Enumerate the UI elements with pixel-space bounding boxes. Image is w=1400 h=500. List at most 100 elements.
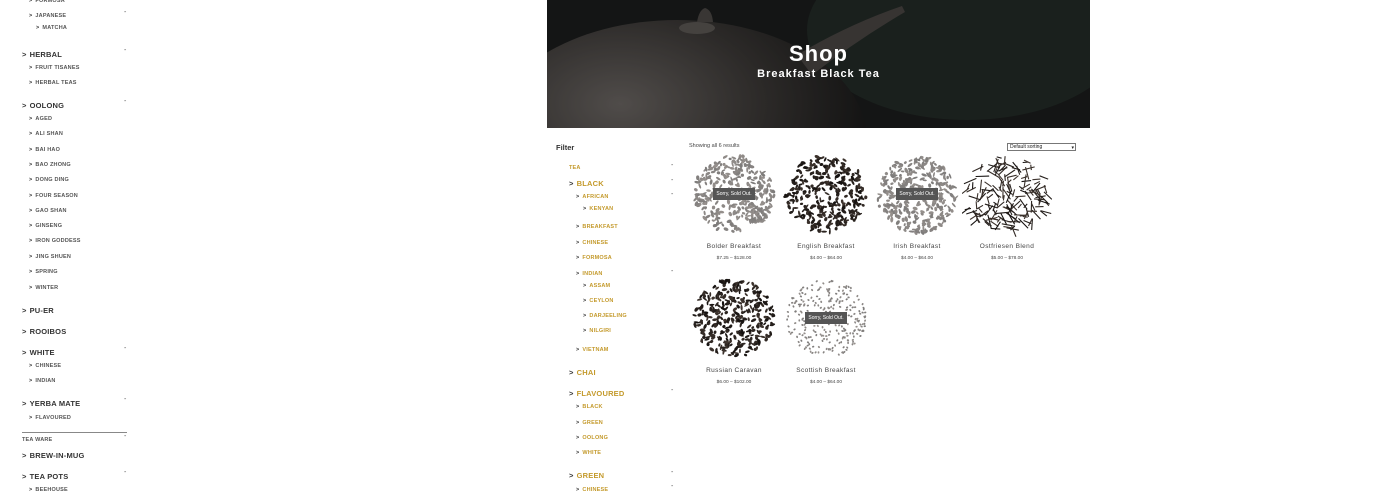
sidebar-category-item[interactable]: > ALI SHAN	[29, 131, 63, 137]
filter-category-item[interactable]: > GREEN	[569, 471, 604, 480]
product-card[interactable]: Ostfriesen Blend $5.00 – $78.00	[961, 150, 1053, 261]
filter-category-item[interactable]: > BLACK	[576, 404, 603, 410]
collapse-toggle-icon[interactable]: -	[124, 98, 126, 105]
collapse-toggle-icon[interactable]: -	[671, 483, 673, 490]
collapse-toggle-icon[interactable]: -	[671, 387, 673, 394]
sidebar-category-item[interactable]: > ROOIBOS	[22, 327, 66, 336]
collapse-toggle-icon[interactable]: -	[124, 47, 126, 54]
collapse-toggle-icon[interactable]: -	[124, 396, 126, 403]
sidebar-category-label: FOUR SEASON	[35, 193, 78, 199]
sidebar-category-item[interactable]: > JAPANESE	[29, 13, 66, 19]
sidebar-category-item[interactable]: > BAO ZHONG	[29, 162, 71, 168]
sidebar-category-item[interactable]: > OOLONG	[22, 101, 64, 110]
filter-category-label: WHITE	[582, 450, 602, 456]
product-image[interactable]: Sorry, Sold Out.	[872, 150, 962, 238]
collapse-toggle-icon[interactable]: -	[124, 9, 126, 16]
sidebar-category-item[interactable]: TEA WARE	[22, 437, 52, 443]
sidebar-category-item[interactable]: > GAO SHAN	[29, 208, 67, 214]
sidebar-category-item[interactable]: > IRON GODDESS	[29, 238, 81, 244]
filter-category-item[interactable]: TEA	[569, 165, 581, 171]
product-image[interactable]	[689, 274, 779, 362]
chevron-right-icon: >	[29, 65, 33, 71]
sidebar-category-item[interactable]: > WINTER	[29, 285, 58, 291]
product-name[interactable]: Scottish Breakfast	[781, 367, 871, 374]
filter-category-item[interactable]: > INDIAN	[576, 271, 603, 277]
sidebar-category-label: HERBAL	[29, 50, 63, 59]
sidebar-category-item[interactable]: > BEEHOUSE	[29, 487, 68, 493]
filter-category-item[interactable]: > OOLONG	[576, 435, 608, 441]
product-name[interactable]: Irish Breakfast	[872, 243, 962, 250]
product-card[interactable]: Sorry, Sold Out. Irish Breakfast $4.00 – $…	[872, 150, 962, 261]
filter-category-item[interactable]: > VIETNAM	[576, 347, 609, 353]
sidebar-category-item[interactable]: > HERBAL TEAS	[29, 80, 77, 86]
product-image[interactable]	[781, 150, 871, 238]
product-name[interactable]: Ostfriesen Blend	[962, 243, 1052, 250]
filter-category-item[interactable]: > CHINESE	[576, 487, 608, 493]
sidebar-category-item[interactable]: > FOUR SEASON	[29, 193, 78, 199]
collapse-toggle-icon[interactable]: -	[124, 433, 126, 440]
collapse-toggle-icon[interactable]: -	[671, 177, 673, 184]
filter-category-item[interactable]: > WHITE	[576, 450, 601, 456]
filter-category-item[interactable]: > BREAKFAST	[576, 224, 618, 230]
filter-category-item[interactable]: > FLAVOURED	[569, 389, 625, 398]
chevron-right-icon: >	[22, 306, 27, 315]
collapse-toggle-icon[interactable]: -	[671, 469, 673, 476]
chevron-right-icon: >	[583, 206, 587, 212]
filter-category-item[interactable]: > BLACK	[569, 179, 604, 188]
product-image[interactable]: Sorry, Sold Out.	[781, 274, 871, 362]
sidebar-category-item[interactable]: > TEA POTS	[22, 472, 68, 481]
chevron-right-icon: >	[29, 269, 33, 275]
chevron-right-icon: >	[22, 101, 27, 110]
product-name[interactable]: Bolder Breakfast	[689, 243, 779, 250]
product-card[interactable]: Sorry, Sold Out. Bolder Breakfast $7.25 – …	[689, 150, 779, 261]
product-card[interactable]: English Breakfast $4.00 – $64.00	[781, 150, 871, 261]
filter-category-item[interactable]: > FORMOSA	[576, 255, 612, 261]
product-image[interactable]	[961, 150, 1053, 238]
sidebar-category-item[interactable]: > JING SHUEN	[29, 254, 71, 260]
sidebar-category-item[interactable]: > FLAVOURED	[29, 415, 71, 421]
filter-category-item[interactable]: > CHAI	[569, 368, 596, 377]
product-card[interactable]: Russian Caravan $6.00 – $102.00	[689, 274, 779, 385]
sold-out-badge: Sorry, Sold Out.	[713, 188, 755, 200]
filter-category-item[interactable]: > ASSAM	[583, 283, 610, 289]
sidebar-category-item[interactable]: > BREW-IN-MUG	[22, 451, 85, 460]
sidebar-category-item[interactable]: > FRUIT TISANES	[29, 65, 80, 71]
chevron-right-icon: >	[569, 368, 574, 377]
sidebar-category-label: PU-ER	[29, 306, 54, 315]
sidebar-category-item[interactable]: > GINSENG	[29, 223, 62, 229]
sidebar-category-item[interactable]: > YERBA MATE	[22, 399, 80, 408]
chevron-right-icon: >	[29, 208, 33, 214]
filter-category-item[interactable]: > AFRICAN	[576, 194, 609, 200]
sidebar-category-item[interactable]: > HERBAL	[22, 50, 62, 59]
filter-category-item[interactable]: > NILGIRI	[583, 328, 611, 334]
sidebar-category-item[interactable]: > WHITE	[22, 348, 55, 357]
sidebar-category-item[interactable]: > MATCHA	[36, 25, 67, 31]
sidebar-category-item[interactable]: > PU-ER	[22, 306, 54, 315]
collapse-toggle-icon[interactable]: -	[124, 469, 126, 476]
product-name[interactable]: English Breakfast	[781, 243, 871, 250]
collapse-toggle-icon[interactable]: -	[671, 191, 673, 198]
filter-category-item[interactable]: > GREEN	[576, 420, 603, 426]
sidebar-category-item[interactable]: > BAI HAO	[29, 147, 60, 153]
sidebar-category-item[interactable]: > FORMOSA	[29, 0, 65, 4]
sidebar-category-item[interactable]: > DONG DING	[29, 177, 69, 183]
collapse-toggle-icon[interactable]: -	[124, 345, 126, 352]
filter-category-item[interactable]: > CEYLON	[583, 298, 614, 304]
product-image[interactable]: Sorry, Sold Out.	[689, 150, 779, 238]
filter-category-item[interactable]: > DARJEELING	[583, 313, 627, 319]
sidebar-category-item[interactable]: > AGED	[29, 116, 52, 122]
collapse-toggle-icon[interactable]: -	[671, 162, 673, 169]
sidebar-category-item[interactable]: > SPRING	[29, 269, 58, 275]
sidebar-category-item[interactable]: > CHINESE	[29, 363, 61, 369]
filter-category-label: CHINESE	[582, 240, 609, 246]
filter-category-item[interactable]: > KENYAN	[583, 206, 613, 212]
sidebar-category-item[interactable]: > INDIAN	[29, 378, 56, 384]
collapse-toggle-icon[interactable]: -	[671, 268, 673, 275]
chevron-right-icon: >	[22, 327, 27, 336]
chevron-right-icon: >	[576, 271, 580, 277]
results-count: Showing all 6 results	[689, 143, 740, 149]
product-card[interactable]: Sorry, Sold Out. Scottish Breakfast $4.00 …	[781, 274, 871, 385]
product-name[interactable]: Russian Caravan	[689, 367, 779, 374]
product-price: $4.00 – $64.00	[809, 256, 842, 261]
filter-category-item[interactable]: > CHINESE	[576, 240, 608, 246]
